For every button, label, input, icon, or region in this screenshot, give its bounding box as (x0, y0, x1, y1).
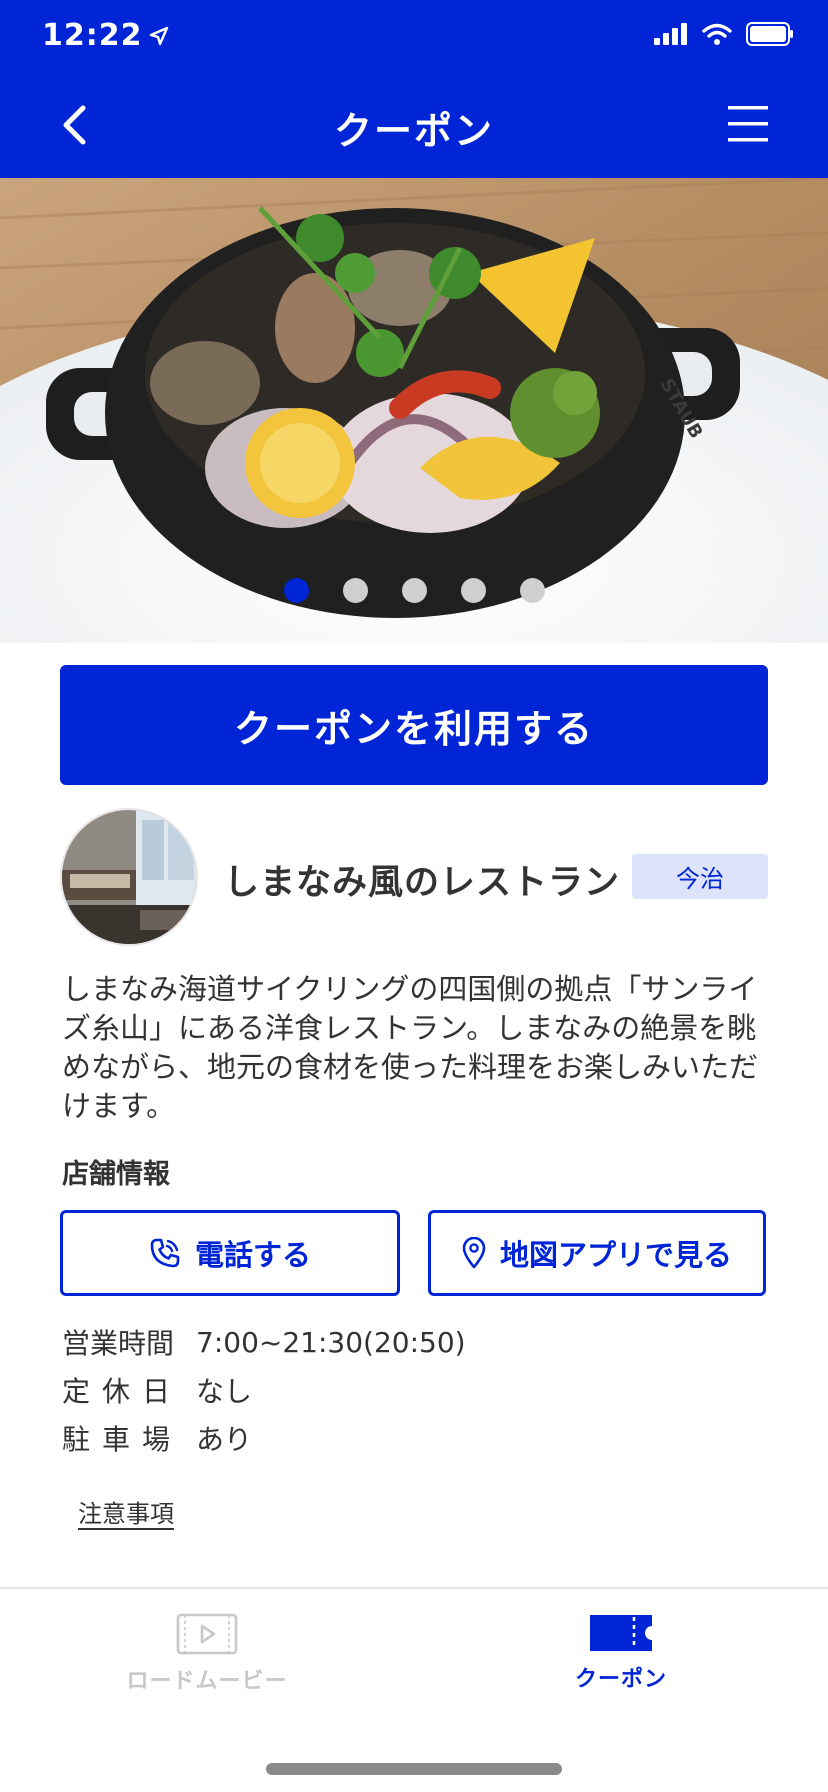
phone-icon (150, 1238, 180, 1268)
ticket-icon (590, 1615, 652, 1651)
play-video-icon (176, 1613, 238, 1655)
map-pin-icon (462, 1237, 486, 1269)
coupon-screen: 12:22 クーポン STAUB クーポンを利用する しまなみ風のレストラン 今… (0, 0, 828, 1792)
store-info-heading: 店舗情報 (62, 1159, 170, 1190)
shop-interior-photo (62, 810, 196, 944)
carousel-dot-3[interactable] (401, 578, 427, 603)
call-button[interactable]: 電話する (60, 1210, 400, 1296)
app-header: 12:22 クーポン (0, 0, 828, 178)
coupon-image-carousel[interactable]: STAUB (0, 178, 828, 643)
open-map-button[interactable]: 地図アプリで見る (428, 1210, 766, 1296)
use-coupon-button[interactable]: クーポンを利用する (60, 665, 768, 785)
carousel-dot-2[interactable] (342, 578, 368, 603)
shop-header: しまなみ風のレストラン 今治 (60, 808, 768, 948)
tab-road-movie-label: ロードムービー (126, 1669, 288, 1694)
status-bar-icons (654, 22, 794, 46)
bottom-tab-bar: ロードムービー クーポン (0, 1587, 828, 1792)
holiday-row: 定休日 なし (62, 1366, 466, 1414)
status-bar-time: 12:22 (42, 18, 169, 53)
info-label: 営業時間 (62, 1327, 175, 1360)
carousel-dot-1[interactable] (283, 578, 309, 603)
hamburger-menu-icon (728, 106, 768, 142)
wifi-icon (702, 23, 732, 45)
info-value: なし (196, 1375, 253, 1408)
shop-description: しまなみ海道サイクリングの四国側の拠点「サンライズ糸山」にある洋食レストラン。し… (62, 972, 759, 1123)
page-title: クーポン (333, 109, 494, 153)
info-value: あり (196, 1423, 253, 1456)
carousel-dot-5[interactable] (519, 578, 545, 603)
battery-icon (746, 22, 793, 46)
shop-avatar (60, 808, 198, 946)
tab-road-movie[interactable]: ロードムービー (107, 1613, 307, 1713)
info-value: 7:00~21:30(20:50) (196, 1325, 466, 1359)
location-arrow-icon (149, 26, 168, 45)
business-hours-row: 営業時間 7:00~21:30(20:50) (62, 1318, 466, 1366)
parking-row: 駐車場 あり (62, 1414, 466, 1462)
home-indicator[interactable] (266, 1763, 562, 1775)
notice-link[interactable]: 注意事項 (78, 1494, 174, 1529)
tab-coupon[interactable]: クーポン (521, 1613, 721, 1713)
carousel-pagination (0, 578, 828, 603)
status-time-text: 12:22 (42, 18, 143, 53)
open-map-button-label: 地図アプリで見る (499, 1238, 732, 1272)
info-label: 定休日 (62, 1375, 183, 1408)
store-info-table: 営業時間 7:00~21:30(20:50) 定休日 なし 駐車場 あり (62, 1318, 466, 1462)
tab-coupon-label: クーポン (574, 1667, 667, 1692)
signal-icon (654, 23, 687, 45)
menu-button[interactable] (728, 104, 768, 144)
food-photo: STAUB (0, 178, 828, 643)
shop-name: しまなみ風のレストラン (224, 863, 621, 903)
carousel-dot-4[interactable] (460, 578, 486, 603)
call-button-label: 電話する (194, 1238, 311, 1272)
area-badge: 今治 (632, 854, 768, 899)
info-label: 駐車場 (62, 1423, 183, 1456)
